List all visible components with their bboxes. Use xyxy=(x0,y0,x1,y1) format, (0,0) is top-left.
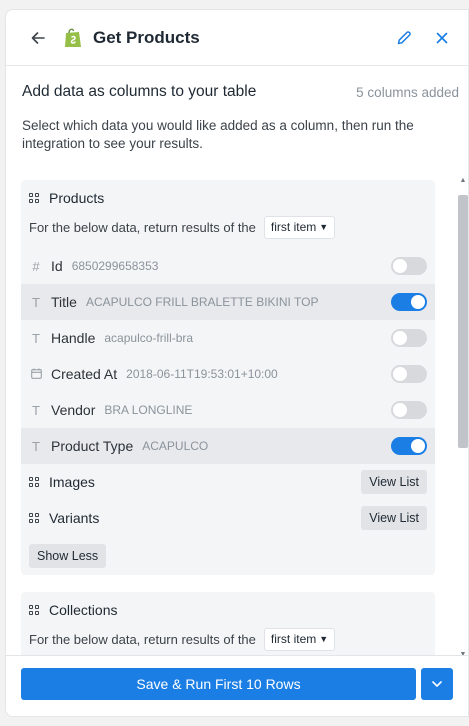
collections-return-row: For the below data, return results of th… xyxy=(21,621,435,657)
field-row-vendor[interactable]: T Vendor BRA LONGLINE xyxy=(21,392,435,428)
scrollbar[interactable]: ▲ ▼ xyxy=(455,173,468,663)
field-sample-value: BRA LONGLINE xyxy=(104,403,193,417)
return-select[interactable]: first item ▼ xyxy=(263,627,336,651)
field-sample-value: 6850299658353 xyxy=(71,259,159,273)
products-group: Products For the below data, return resu… xyxy=(21,180,435,575)
arrow-left-icon xyxy=(31,31,45,44)
scrollbar-thumb[interactable] xyxy=(458,195,468,448)
columns-heading-row: Add data as columns to your table 5 colu… xyxy=(6,67,468,117)
back-button[interactable] xyxy=(28,28,48,48)
integration-panel: Get Products Add data as columns to your… xyxy=(5,9,469,717)
grid-icon xyxy=(29,513,39,523)
panel-title: Get Products xyxy=(93,27,200,47)
field-label: Created At xyxy=(51,366,118,382)
return-select-value: first item xyxy=(270,632,317,646)
return-select-value: first item xyxy=(270,220,317,234)
sublist-row-images: Images View List xyxy=(21,464,435,500)
columns-count: 5 columns added xyxy=(356,84,459,100)
return-select[interactable]: first item ▼ xyxy=(263,215,336,239)
field-row-id[interactable]: # Id 6850299658353 xyxy=(21,248,435,284)
panel-content: Add data as columns to your table 5 colu… xyxy=(6,67,468,663)
scroll-up-arrow-icon[interactable]: ▲ xyxy=(458,177,468,185)
field-row-handle[interactable]: T Handle acapulco-frill-bra xyxy=(21,320,435,356)
return-text: For the below data, return results of th… xyxy=(29,631,256,647)
field-sample-value: ACAPULCO xyxy=(142,439,209,453)
sublist-row-variants: Variants View List xyxy=(21,500,435,536)
text-type-icon: T xyxy=(32,330,40,346)
field-sample-value: 2018-06-11T19:53:01+10:00 xyxy=(126,367,278,381)
chevron-down-icon: ▼ xyxy=(319,634,329,644)
grid-icon xyxy=(29,193,39,203)
field-sample-value: ACAPULCO FRILL BRALETTE BIKINI TOP xyxy=(85,295,319,309)
products-group-title: Products xyxy=(49,190,105,206)
panel-header: Get Products xyxy=(6,10,468,66)
chevron-down-icon xyxy=(432,681,442,687)
pencil-icon xyxy=(397,30,411,44)
number-type-icon: # xyxy=(32,258,40,274)
products-return-row: For the below data, return results of th… xyxy=(21,209,435,245)
fields-scroll-area[interactable]: Products For the below data, return resu… xyxy=(6,173,468,663)
columns-description: Select which data you would like added a… xyxy=(22,118,414,151)
field-label: Vendor xyxy=(51,402,96,418)
text-type-icon: T xyxy=(32,294,40,310)
shopify-bag-icon xyxy=(65,28,81,47)
calendar-icon xyxy=(30,367,42,382)
field-toggle-vendor[interactable] xyxy=(391,401,427,419)
field-label: Id xyxy=(51,258,63,274)
save-and-run-button[interactable]: Save & Run First 10 Rows xyxy=(21,668,416,700)
grid-icon xyxy=(29,477,39,487)
field-row-title[interactable]: T Title ACAPULCO FRILL BRALETTE BIKINI T… xyxy=(21,284,435,320)
field-row-created-at[interactable]: Created At 2018-06-11T19:53:01+10:00 xyxy=(21,356,435,392)
collections-group: Collections For the below data, return r… xyxy=(21,592,435,663)
panel-footer: Save & Run First 10 Rows xyxy=(6,655,468,716)
collections-group-title: Collections xyxy=(49,602,118,618)
show-less-button[interactable]: Show Less xyxy=(29,544,107,568)
field-toggle-title[interactable] xyxy=(391,293,427,311)
run-options-dropdown-button[interactable] xyxy=(421,668,453,700)
field-toggle-created-at[interactable] xyxy=(391,365,427,383)
field-toggle-id[interactable] xyxy=(391,257,427,275)
show-less-row: Show Less xyxy=(21,538,435,574)
field-label: Handle xyxy=(51,330,96,346)
view-list-button-images[interactable]: View List xyxy=(361,470,427,494)
return-text: For the below data, return results of th… xyxy=(29,219,256,235)
field-toggle-product-type[interactable] xyxy=(391,437,427,455)
view-list-button-variants[interactable]: View List xyxy=(361,506,427,530)
grid-icon xyxy=(29,605,39,615)
edit-button[interactable] xyxy=(394,28,414,48)
sublist-label: Images xyxy=(49,474,95,490)
chevron-down-icon: ▼ xyxy=(319,222,329,232)
text-type-icon: T xyxy=(32,402,40,418)
field-label: Title xyxy=(51,294,77,310)
field-sample-value: acapulco-frill-bra xyxy=(104,331,194,345)
field-label: Product Type xyxy=(51,438,134,454)
sublist-label: Variants xyxy=(49,510,100,526)
columns-heading: Add data as columns to your table xyxy=(22,83,257,100)
field-toggle-handle[interactable] xyxy=(391,329,427,347)
close-button[interactable] xyxy=(432,28,452,48)
field-row-product-type[interactable]: T Product Type ACAPULCO xyxy=(21,428,435,464)
close-icon xyxy=(436,32,448,43)
text-type-icon: T xyxy=(32,438,40,454)
